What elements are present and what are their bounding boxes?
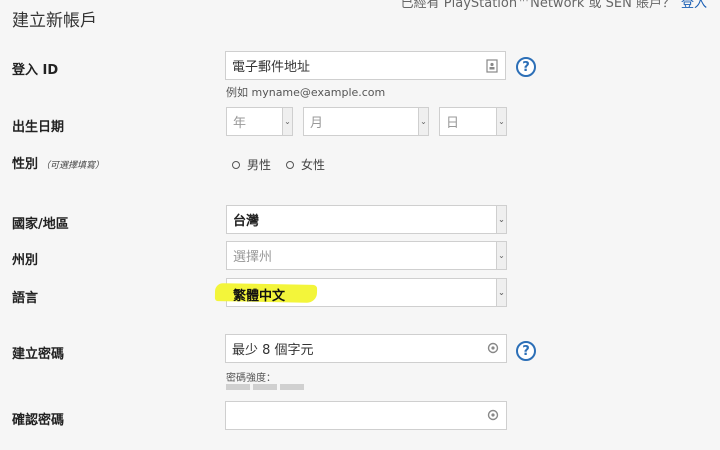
birth-year-select[interactable]: 年 ⌄	[226, 107, 293, 136]
strength-bar-segment	[253, 384, 277, 390]
country-value: 台灣	[233, 214, 260, 229]
country-label: 國家/地區	[12, 217, 69, 232]
state-select[interactable]: 選擇州 ⌄	[226, 241, 507, 270]
chevron-down-icon: ⌄	[282, 108, 292, 135]
login-link[interactable]: 登入	[681, 0, 707, 11]
birth-year-value: 年	[233, 116, 247, 131]
password-label: 建立密碼	[12, 347, 65, 362]
radio-icon	[286, 160, 294, 169]
strength-bar-segment	[226, 384, 250, 390]
confirm-password-label: 確認密碼	[12, 413, 65, 428]
strength-bar-segment	[280, 384, 304, 390]
birth-month-select[interactable]: 月 ⌄	[303, 107, 429, 136]
login-id-help-icon[interactable]: ?	[516, 57, 536, 77]
language-label: 語言	[12, 291, 39, 306]
gender-optional-note: （可選擇填寫）	[41, 161, 105, 171]
birth-day-value: 日	[446, 116, 460, 131]
password-placeholder: 最少 8 個字元	[232, 343, 314, 358]
refresh-icon	[487, 409, 499, 423]
chevron-down-icon: ⌄	[496, 279, 506, 306]
chevron-down-icon: ⌄	[418, 108, 428, 135]
login-id-input[interactable]: 電子郵件地址	[225, 51, 506, 80]
login-id-placeholder: 電子郵件地址	[232, 60, 311, 75]
page-title: 建立新帳戶	[12, 11, 97, 31]
account-prompt: 已經有 PlayStation™Network 或 SEN 賬戶？ 登入	[401, 0, 707, 11]
gender-female-radio[interactable]: 女性	[286, 156, 325, 173]
gender-label-text: 性別	[12, 157, 39, 172]
language-value: 繁體中文	[233, 289, 286, 304]
country-select[interactable]: 台灣 ⌄	[226, 205, 507, 234]
state-label: 州別	[12, 253, 39, 268]
confirm-password-input[interactable]	[225, 401, 507, 430]
gender-label: 性別 （可選擇填寫）	[12, 153, 104, 172]
chevron-down-icon: ⌄	[496, 206, 506, 233]
gender-female-label: 女性	[301, 158, 326, 172]
account-prompt-text: 已經有 PlayStation™Network 或 SEN 賬戶？	[400, 0, 675, 11]
gender-male-radio[interactable]: 男性	[232, 156, 271, 173]
contact-card-icon	[486, 59, 498, 73]
gender-male-label: 男性	[247, 158, 272, 172]
state-placeholder: 選擇州	[233, 250, 273, 265]
login-id-hint: 例如 myname@example.com	[226, 86, 386, 99]
chevron-down-icon: ⌄	[496, 242, 506, 269]
chevron-down-icon: ⌄	[496, 108, 506, 135]
birth-day-select[interactable]: 日 ⌄	[439, 107, 507, 136]
password-help-icon[interactable]: ?	[516, 341, 536, 361]
password-strength-label: 密碼強度：	[226, 373, 276, 384]
password-input[interactable]: 最少 8 個字元	[225, 334, 507, 363]
radio-icon	[232, 160, 240, 169]
birthdate-label: 出生日期	[12, 120, 65, 135]
refresh-icon	[487, 342, 499, 356]
birth-month-value: 月	[310, 116, 324, 131]
login-id-label: 登入 ID	[12, 63, 59, 78]
